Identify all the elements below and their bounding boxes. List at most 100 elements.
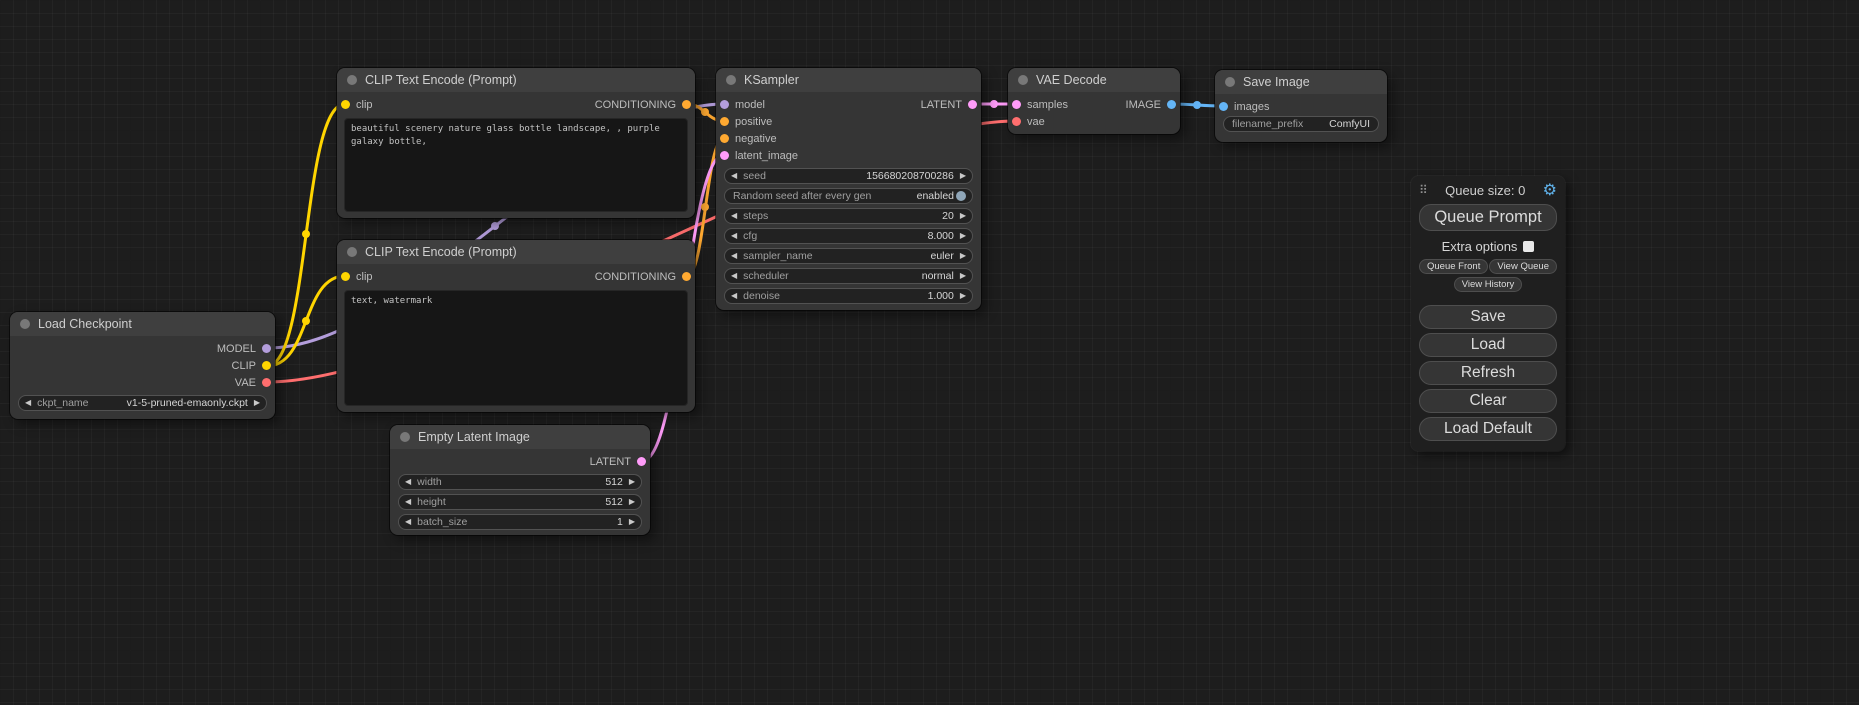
decrement-arrow-icon[interactable]: ◀	[405, 498, 411, 506]
increment-arrow-icon[interactable]: ▶	[960, 212, 966, 220]
widget-name: seed	[743, 170, 766, 182]
node-title-bar[interactable]: Save Image	[1215, 70, 1387, 94]
clip-input-dot[interactable]	[341, 100, 350, 109]
load-default-button[interactable]: Load Default	[1419, 417, 1557, 441]
decrement-arrow-icon[interactable]: ◀	[25, 399, 31, 407]
widget-random-seed-toggle[interactable]: Random seed after every gen enabled	[724, 188, 973, 204]
wire-midpoint-dot	[701, 203, 709, 211]
slot-label: latent_image	[735, 150, 798, 162]
widget-denoise[interactable]: ◀ denoise 1.000 ▶	[724, 288, 973, 304]
clip-input-dot[interactable]	[341, 272, 350, 281]
widget-steps[interactable]: ◀ steps 20 ▶	[724, 208, 973, 224]
widget-value: enabled	[917, 190, 954, 202]
widget-height[interactable]: ◀ height 512 ▶	[398, 494, 642, 510]
node-title-bar[interactable]: CLIP Text Encode (Prompt)	[337, 68, 695, 92]
decrement-arrow-icon[interactable]: ◀	[731, 292, 737, 300]
widget-filename-prefix[interactable]: filename_prefix ComfyUI	[1223, 116, 1379, 132]
node-status-dot	[1018, 75, 1028, 85]
widget-cfg[interactable]: ◀ cfg 8.000 ▶	[724, 228, 973, 244]
node-title-bar[interactable]: Empty Latent Image	[390, 425, 650, 449]
node-save-image[interactable]: Save Image images filename_prefix ComfyU…	[1215, 70, 1387, 142]
conditioning-output-dot[interactable]	[682, 272, 691, 281]
node-empty-latent-image[interactable]: Empty Latent Image LATENT ◀ width 512 ▶ …	[390, 425, 650, 535]
toggle-knob[interactable]	[956, 191, 966, 201]
conditioning-output-dot[interactable]	[682, 100, 691, 109]
latent-output-dot[interactable]	[637, 457, 646, 466]
slot-label: IMAGE	[1126, 99, 1161, 111]
widget-seed[interactable]: ◀ seed 156680208700286 ▶	[724, 168, 973, 184]
slot-label: images	[1234, 101, 1269, 113]
latent-image-input-dot[interactable]	[720, 151, 729, 160]
node-vae-decode[interactable]: VAE Decode samples IMAGE vae	[1008, 68, 1180, 134]
refresh-button[interactable]: Refresh	[1419, 361, 1557, 385]
node-clip-text-encode-negative[interactable]: CLIP Text Encode (Prompt) clip CONDITION…	[337, 240, 695, 412]
increment-arrow-icon[interactable]: ▶	[254, 399, 260, 407]
increment-arrow-icon[interactable]: ▶	[960, 292, 966, 300]
decrement-arrow-icon[interactable]: ◀	[731, 172, 737, 180]
widget-value: 8.000	[928, 230, 954, 242]
negative-prompt-textarea[interactable]: text, watermark	[344, 290, 688, 406]
decrement-arrow-icon[interactable]: ◀	[731, 232, 737, 240]
view-history-button[interactable]: View History	[1454, 277, 1523, 292]
increment-arrow-icon[interactable]: ▶	[960, 232, 966, 240]
settings-gear-icon[interactable]: ⚙	[1543, 182, 1557, 198]
decrement-arrow-icon[interactable]: ◀	[405, 478, 411, 486]
graph-canvas[interactable]: Load Checkpoint MODEL CLIP VAE ◀ ckpt_na…	[0, 0, 1859, 705]
node-title-bar[interactable]: CLIP Text Encode (Prompt)	[337, 240, 695, 264]
node-load-checkpoint[interactable]: Load Checkpoint MODEL CLIP VAE ◀ ckpt_na…	[10, 312, 275, 419]
widget-ckpt-name[interactable]: ◀ ckpt_name v1-5-pruned-emaonly.ckpt ▶	[18, 395, 267, 411]
negative-input-dot[interactable]	[720, 134, 729, 143]
clip-output-dot[interactable]	[262, 361, 271, 370]
output-slot-model: MODEL	[10, 340, 275, 357]
slot-label: VAE	[235, 377, 256, 389]
slot-row: samples IMAGE	[1008, 96, 1180, 113]
decrement-arrow-icon[interactable]: ◀	[731, 252, 737, 260]
slot-row: clip CONDITIONING	[337, 96, 695, 113]
output-slot-latent: LATENT	[390, 453, 650, 470]
model-output-dot[interactable]	[262, 344, 271, 353]
node-title: Empty Latent Image	[418, 430, 530, 444]
increment-arrow-icon[interactable]: ▶	[960, 172, 966, 180]
node-title-bar[interactable]: VAE Decode	[1008, 68, 1180, 92]
input-slot-vae: vae	[1008, 113, 1180, 130]
input-slot-negative: negative	[716, 130, 981, 147]
clear-button[interactable]: Clear	[1419, 389, 1557, 413]
positive-prompt-textarea[interactable]: beautiful scenery nature glass bottle la…	[344, 118, 688, 212]
widget-batch-size[interactable]: ◀ batch_size 1 ▶	[398, 514, 642, 530]
image-output-dot[interactable]	[1167, 100, 1176, 109]
widget-value: 512	[605, 476, 623, 488]
node-clip-text-encode-positive[interactable]: CLIP Text Encode (Prompt) clip CONDITION…	[337, 68, 695, 218]
save-button[interactable]: Save	[1419, 305, 1557, 329]
node-title-bar[interactable]: Load Checkpoint	[10, 312, 275, 336]
widget-sampler-name[interactable]: ◀ sampler_name euler ▶	[724, 248, 973, 264]
increment-arrow-icon[interactable]: ▶	[629, 498, 635, 506]
node-title-bar[interactable]: KSampler	[716, 68, 981, 92]
samples-input-dot[interactable]	[1012, 100, 1021, 109]
increment-arrow-icon[interactable]: ▶	[960, 252, 966, 260]
increment-arrow-icon[interactable]: ▶	[629, 518, 635, 526]
model-input-dot[interactable]	[720, 100, 729, 109]
widget-width[interactable]: ◀ width 512 ▶	[398, 474, 642, 490]
increment-arrow-icon[interactable]: ▶	[960, 272, 966, 280]
decrement-arrow-icon[interactable]: ◀	[405, 518, 411, 526]
decrement-arrow-icon[interactable]: ◀	[731, 272, 737, 280]
load-button[interactable]: Load	[1419, 333, 1557, 357]
decrement-arrow-icon[interactable]: ◀	[731, 212, 737, 220]
images-input-dot[interactable]	[1219, 102, 1228, 111]
history-row: View History	[1419, 277, 1557, 292]
node-status-dot	[400, 432, 410, 442]
node-status-dot	[726, 75, 736, 85]
widget-scheduler[interactable]: ◀ scheduler normal ▶	[724, 268, 973, 284]
queue-front-button[interactable]: Queue Front	[1419, 259, 1488, 274]
vae-output-dot[interactable]	[262, 378, 271, 387]
increment-arrow-icon[interactable]: ▶	[629, 478, 635, 486]
drag-handle-icon[interactable]: ⠿	[1419, 183, 1428, 197]
vae-input-dot[interactable]	[1012, 117, 1021, 126]
node-ksampler[interactable]: KSampler model LATENT positive negative …	[716, 68, 981, 310]
positive-input-dot[interactable]	[720, 117, 729, 126]
node-status-dot	[1225, 77, 1235, 87]
latent-output-dot[interactable]	[968, 100, 977, 109]
queue-prompt-button[interactable]: Queue Prompt	[1419, 204, 1557, 231]
extra-options-checkbox[interactable]	[1523, 241, 1534, 252]
view-queue-button[interactable]: View Queue	[1489, 259, 1557, 274]
